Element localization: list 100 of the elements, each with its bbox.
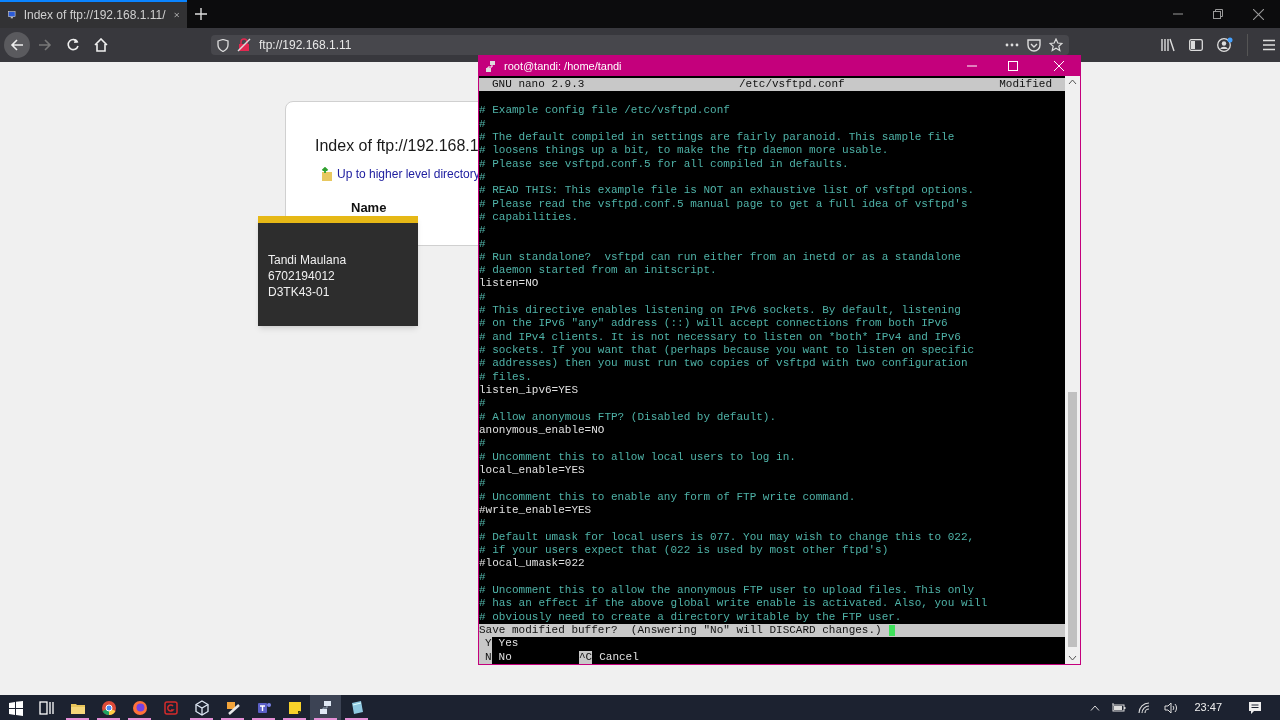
config-line: local_enable=YES <box>479 464 586 478</box>
comment-line: # Default umask for local users is 077. You may wish to change this to 022, <box>479 530 976 545</box>
back-arrow-icon <box>10 38 24 52</box>
battery-icon[interactable] <box>1112 703 1127 712</box>
running-indicator <box>221 718 244 720</box>
running-indicator <box>128 718 151 720</box>
comment-line: # has an effect if the above global write enable is activated. Also, you will <box>479 597 989 611</box>
text-cursor <box>888 625 895 637</box>
comment-line: # sockets. If you want that (perhaps because you want to listen on specific <box>479 344 976 358</box>
firefox-icon <box>131 699 148 716</box>
sidebar-icon[interactable] <box>1189 39 1203 51</box>
config-line: #local_umask=022 <box>479 557 586 571</box>
comment-line: # addresses) then you must run two copies of vsftpd with two configuration <box>479 357 969 371</box>
comment-line: # and IPv4 clients. It is not necessary to listen on *both* IPv4 and IPv6 <box>479 330 962 345</box>
insecure-lock-icon <box>237 38 251 52</box>
running-indicator <box>283 718 306 720</box>
comment-line: # <box>479 517 487 531</box>
tooltip-text: 6702194012 <box>268 268 336 284</box>
scroll-thumb[interactable] <box>1068 392 1077 647</box>
shortcut-label: Cancel <box>598 650 639 664</box>
running-indicator <box>345 718 368 720</box>
start-icon <box>7 699 24 716</box>
scroll-up-icon[interactable] <box>1068 79 1077 85</box>
comment-line: # Please see vsftpd.conf.5 for all compiled in defaults. <box>479 157 850 171</box>
config-line: listen=NO <box>479 277 540 291</box>
tab-title: Index of ftp://192.168.1.11/ <box>23 7 166 24</box>
comment-line: # capabilities. <box>479 210 580 225</box>
window-title: root@tandi: /home/tandi <box>504 58 623 74</box>
comment-line: # Allow anonymous FTP? (Disabled by default). <box>479 410 778 425</box>
comment-line: # This directive enables listening on IPv6 sockets. By default, listening <box>479 304 962 318</box>
comment-line: # Run standalone? vsftpd can run either from an inetd or as a standalone <box>479 250 962 265</box>
comment-line: # <box>479 237 487 251</box>
tool-icon <box>224 699 241 716</box>
taskview-icon <box>38 699 55 716</box>
editor-version: GNU nano 2.9.3 <box>492 78 585 92</box>
volume-icon[interactable] <box>1164 701 1179 714</box>
running-indicator <box>66 718 89 720</box>
modified-status: Modified <box>999 78 1052 92</box>
comment-line: # loosens things up a bit, to make the ftp daemon more usable. <box>479 144 890 158</box>
folder-up-icon <box>321 167 333 181</box>
new-tab-icon[interactable] <box>195 8 207 20</box>
file-name: /etc/vsftpd.conf <box>739 78 845 92</box>
restore-icon[interactable] <box>1213 9 1223 19</box>
star-icon[interactable] <box>1049 38 1063 52</box>
config-line: listen_ipv6=YES <box>479 384 580 398</box>
pocket-icon[interactable] <box>1027 38 1041 52</box>
config-line: #write_enable=YES <box>479 504 593 518</box>
comment-line: # <box>479 397 487 411</box>
forward-icon[interactable] <box>38 38 52 52</box>
account-icon[interactable] <box>1217 37 1233 53</box>
chevron-up-icon[interactable] <box>1090 704 1101 711</box>
comment-line: # <box>479 477 487 491</box>
redapp-icon <box>162 699 179 716</box>
shortcut-key[interactable]: ^C <box>579 650 593 664</box>
address-bar[interactable]: ftp://192.168.1.11 <box>211 35 1069 55</box>
shield-icon <box>217 38 229 52</box>
home-icon[interactable] <box>94 38 108 52</box>
comment-line: # <box>479 224 487 238</box>
comment-line: # Example config file /etc/vsftpd.conf <box>479 104 731 118</box>
reload-icon[interactable] <box>66 38 80 52</box>
more-icon[interactable] <box>1005 43 1019 47</box>
network-icon <box>317 699 334 716</box>
comment-line: # daemon started from an initscript. <box>479 264 718 278</box>
comment-line: # <box>479 290 487 305</box>
tooltip-text: Tandi Maulana <box>268 252 348 268</box>
shortcut-key[interactable]: Y <box>479 637 492 651</box>
notification-icon[interactable] <box>1248 700 1262 715</box>
maximize-icon[interactable] <box>1008 61 1018 71</box>
column-header: Name <box>351 199 387 217</box>
comment-line: # on the IPv6 "any" address (::) will accept connections from both IPv6 <box>479 317 949 331</box>
prompt-text: Save modified buffer? (Answering "No" will DISCARD changes.) <box>479 624 882 638</box>
comment-line: # READ THIS: This example file is NOT an exhaustive list of vsftpd options. <box>479 184 976 198</box>
back-button[interactable] <box>4 32 30 58</box>
parent-directory-link[interactable]: Up to higher level directory <box>337 165 480 183</box>
clock[interactable]: 23:47 <box>1194 699 1222 716</box>
scrollbar[interactable] <box>1065 76 1080 664</box>
close-icon[interactable] <box>173 10 179 20</box>
comment-line: # The default compiled in settings are fairly paranoid. This sample file <box>479 130 956 143</box>
menu-icon[interactable] <box>1262 39 1276 51</box>
comment-line: # files. <box>479 370 533 385</box>
tooltip-text: D3TK43-01 <box>268 284 331 300</box>
comment-line: # <box>479 170 487 185</box>
taskbar-app[interactable] <box>310 695 341 720</box>
shortcut-label: Yes <box>497 637 519 651</box>
scroll-down-icon[interactable] <box>1068 655 1077 661</box>
running-indicator <box>97 718 120 720</box>
shortcut-label: No <box>497 650 512 664</box>
comment-line: # Uncomment this to enable any form of FTP write command. <box>479 490 857 505</box>
close-icon[interactable] <box>1253 8 1264 20</box>
browser-tab[interactable]: Index of ftp://192.168.1.11/ <box>0 0 187 28</box>
comment-line: # if your users expect that (022 is used by most other ftpd's) <box>479 544 890 558</box>
comment-line: # <box>479 117 487 131</box>
config-line: anonymous_enable=NO <box>479 424 606 438</box>
comment-line: # Please read the vsftpd.conf.5 manual page to get a full idea of vsftpd's <box>479 197 969 211</box>
comment-line: # <box>479 570 487 585</box>
comment-line: # Uncomment this to allow the anonymous FTP user to upload files. This only <box>479 584 976 598</box>
comment-line: # obviously need to create a directory writable by the FTP user. <box>479 610 903 624</box>
url-text: ftp://192.168.1.11 <box>259 37 353 54</box>
notes-icon <box>286 699 303 716</box>
library-icon[interactable] <box>1161 38 1175 52</box>
